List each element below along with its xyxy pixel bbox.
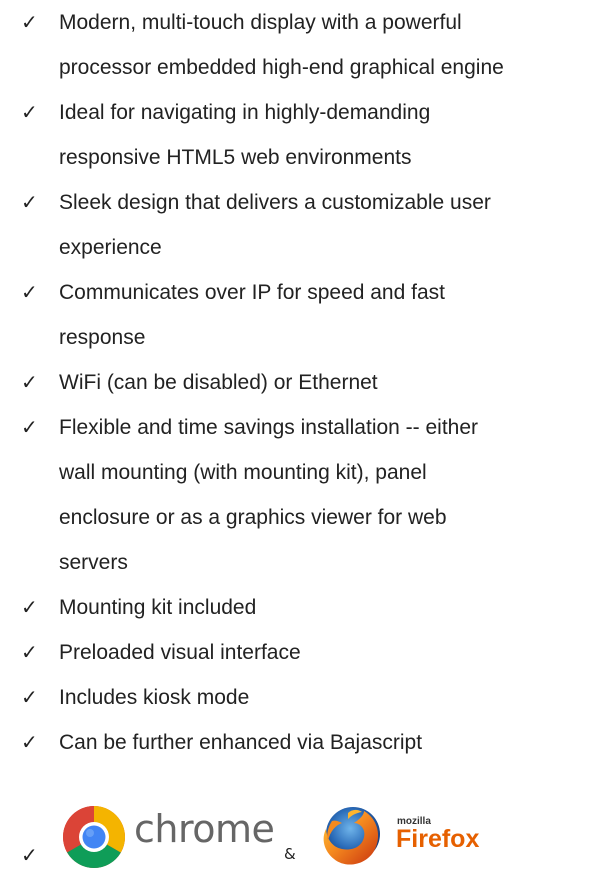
- feature-item: ✓ Includes kiosk mode: [0, 675, 613, 720]
- separator-ampersand: &: [284, 845, 296, 863]
- feature-item: ✓ WiFi (can be disabled) or Ethernet: [0, 360, 613, 405]
- check-mark-icon: ✓: [21, 730, 38, 754]
- feature-text-line: Can be further enhanced via Bajascript: [59, 731, 423, 754]
- feature-text-line: enclosure or as a graphics viewer for we…: [59, 506, 447, 529]
- browser-support-row: ✓ chrome & mozilla Firefox: [0, 795, 613, 870]
- feature-text-line: response: [59, 326, 146, 349]
- feature-text-line: experience: [59, 236, 162, 259]
- firefox-logo-icon: [323, 807, 380, 865]
- firefox-wordmark: Firefox: [396, 825, 480, 853]
- feature-text-line: WiFi (can be disabled) or Ethernet: [59, 371, 378, 394]
- check-mark-icon: ✓: [21, 685, 38, 709]
- check-mark-icon: ✓: [21, 10, 38, 34]
- check-mark-icon: ✓: [21, 370, 38, 394]
- feature-text-line: Flexible and time savings installation -…: [59, 416, 479, 439]
- feature-text-line: Mounting kit included: [59, 596, 257, 619]
- feature-text-line: processor embedded high-end graphical en…: [59, 56, 504, 79]
- check-mark-icon: ✓: [21, 100, 38, 124]
- feature-text-line: Preloaded visual interface: [59, 641, 301, 664]
- check-mark-icon: ✓: [21, 843, 38, 867]
- feature-item: ✓ Modern, multi-touch display with a pow…: [0, 0, 613, 90]
- feature-text-line: Sleek design that delivers a customizabl…: [59, 191, 491, 214]
- chrome-wordmark: chrome: [134, 807, 275, 851]
- feature-list: ✓ Modern, multi-touch display with a pow…: [0, 0, 613, 765]
- check-mark-icon: ✓: [21, 280, 38, 304]
- feature-item: ✓ Sleek design that delivers a customiza…: [0, 180, 613, 270]
- feature-item: ✓ Flexible and time savings installation…: [0, 405, 613, 585]
- feature-text-line: Includes kiosk mode: [59, 686, 250, 709]
- feature-item: ✓ Communicates over IP for speed and fas…: [0, 270, 613, 360]
- chrome-logo-icon: [62, 806, 126, 869]
- feature-text-line: responsive HTML5 web environments: [59, 146, 412, 169]
- check-mark-icon: ✓: [21, 640, 38, 664]
- feature-text-line: Modern, multi-touch display with a power…: [59, 11, 462, 34]
- check-mark-icon: ✓: [21, 190, 38, 214]
- check-mark-icon: ✓: [21, 415, 38, 439]
- feature-item: ✓ Preloaded visual interface: [0, 630, 613, 675]
- feature-text-line: servers: [59, 551, 128, 574]
- feature-item: ✓ Can be further enhanced via Bajascript: [0, 720, 613, 765]
- feature-item: ✓ Mounting kit included: [0, 585, 613, 630]
- feature-text-line: Communicates over IP for speed and fast: [59, 281, 445, 304]
- feature-text-line: Ideal for navigating in highly-demanding: [59, 101, 431, 124]
- feature-text-line: wall mounting (with mounting kit), panel: [59, 461, 427, 484]
- feature-item: ✓ Ideal for navigating in highly-demandi…: [0, 90, 613, 180]
- check-mark-icon: ✓: [21, 595, 38, 619]
